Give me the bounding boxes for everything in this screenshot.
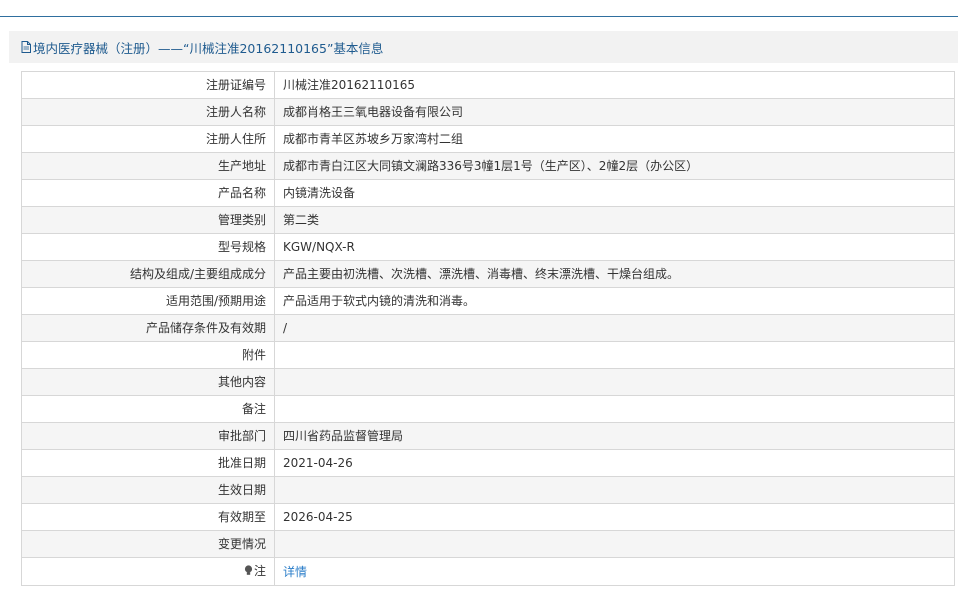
table-row: 生效日期 — [21, 476, 955, 504]
row-label: 生产地址 — [21, 152, 275, 180]
row-value — [274, 530, 955, 558]
row-label: 结构及组成/主要组成成分 — [21, 260, 275, 288]
table-row: 结构及组成/主要组成成分 产品主要由初洗槽、次洗槽、漂洗槽、消毒槽、终末漂洗槽、干… — [21, 260, 955, 288]
row-value: 产品适用于软式内镜的清洗和消毒。 — [274, 287, 955, 315]
table-row: 注 详情 — [21, 557, 955, 586]
table-row: 生产地址 成都市青白江区大同镇文澜路336号3幢1层1号（生产区）、2幢2层（办公… — [21, 152, 955, 180]
row-label: 产品储存条件及有效期 — [21, 314, 275, 342]
table-row: 注册人名称 成都肖格王三氧电器设备有限公司 — [21, 98, 955, 126]
row-label: 注 — [21, 557, 275, 586]
table-row: 型号规格 KGW/NQX-R — [21, 233, 955, 261]
row-label: 型号规格 — [21, 233, 275, 261]
row-label: 注册人名称 — [21, 98, 275, 126]
row-value — [274, 341, 955, 369]
table-row: 备注 — [21, 395, 955, 423]
table-row: 适用范围/预期用途 产品适用于软式内镜的清洗和消毒。 — [21, 287, 955, 315]
row-value: 2026-04-25 — [274, 503, 955, 531]
row-value — [274, 395, 955, 423]
row-label: 有效期至 — [21, 503, 275, 531]
row-value: 内镜清洗设备 — [274, 179, 955, 207]
row-label: 批准日期 — [21, 449, 275, 477]
row-value: / — [274, 314, 955, 342]
row-label: 产品名称 — [21, 179, 275, 207]
row-label: 审批部门 — [21, 422, 275, 450]
panel-header: 境内医疗器械（注册）——“川械注准20162110165”基本信息 — [9, 31, 958, 63]
row-label: 管理类别 — [21, 206, 275, 234]
note-label: 注 — [253, 564, 266, 578]
row-value — [274, 476, 955, 504]
table-row: 有效期至 2026-04-25 — [21, 503, 955, 531]
row-value: 成都市青羊区苏坡乡万家湾村二组 — [274, 125, 955, 153]
row-value: 2021-04-26 — [274, 449, 955, 477]
row-value: 成都肖格王三氧电器设备有限公司 — [274, 98, 955, 126]
info-table: 注册证编号 川械注准20162110165 注册人名称 成都肖格王三氧电器设备有限公司… — [21, 71, 955, 586]
details-link[interactable]: 详情 — [283, 565, 307, 579]
table-row: 变更情况 — [21, 530, 955, 558]
row-label: 适用范围/预期用途 — [21, 287, 275, 315]
row-value: 第二类 — [274, 206, 955, 234]
row-value: 详情 — [274, 557, 955, 586]
table-row: 注册证编号 川械注准20162110165 — [21, 71, 955, 99]
table-row: 附件 — [21, 341, 955, 369]
row-value: KGW/NQX-R — [274, 233, 955, 261]
row-value: 产品主要由初洗槽、次洗槽、漂洗槽、消毒槽、终末漂洗槽、干燥台组成。 — [274, 260, 955, 288]
row-label: 备注 — [21, 395, 275, 423]
page-title: 境内医疗器械（注册）——“川械注准20162110165”基本信息 — [33, 40, 384, 56]
lightbulb-icon — [244, 559, 253, 585]
table-row: 其他内容 — [21, 368, 955, 396]
panel-body: 注册证编号 川械注准20162110165 注册人名称 成都肖格王三氧电器设备有限公司… — [9, 63, 958, 600]
table-row: 注册人住所 成都市青羊区苏坡乡万家湾村二组 — [21, 125, 955, 153]
info-panel: 境内医疗器械（注册）——“川械注准20162110165”基本信息 注册证编号川… — [9, 31, 958, 600]
table-row: 批准日期 2021-04-26 — [21, 449, 955, 477]
row-label: 变更情况 — [21, 530, 275, 558]
table-row: 管理类别 第二类 — [21, 206, 955, 234]
row-label: 注册证编号 — [21, 71, 275, 99]
row-value: 成都市青白江区大同镇文澜路336号3幢1层1号（生产区）、2幢2层（办公区） — [274, 152, 955, 180]
table-row: 审批部门 四川省药品监督管理局 — [21, 422, 955, 450]
row-value — [274, 368, 955, 396]
top-divider — [0, 16, 958, 17]
row-label: 注册人住所 — [21, 125, 275, 153]
document-icon — [21, 41, 31, 53]
row-value: 四川省药品监督管理局 — [274, 422, 955, 450]
row-label: 生效日期 — [21, 476, 275, 504]
row-label: 附件 — [21, 341, 275, 369]
table-row: 产品名称 内镜清洗设备 — [21, 179, 955, 207]
row-value: 川械注准20162110165 — [274, 71, 955, 99]
table-row: 产品储存条件及有效期 / — [21, 314, 955, 342]
row-label: 其他内容 — [21, 368, 275, 396]
